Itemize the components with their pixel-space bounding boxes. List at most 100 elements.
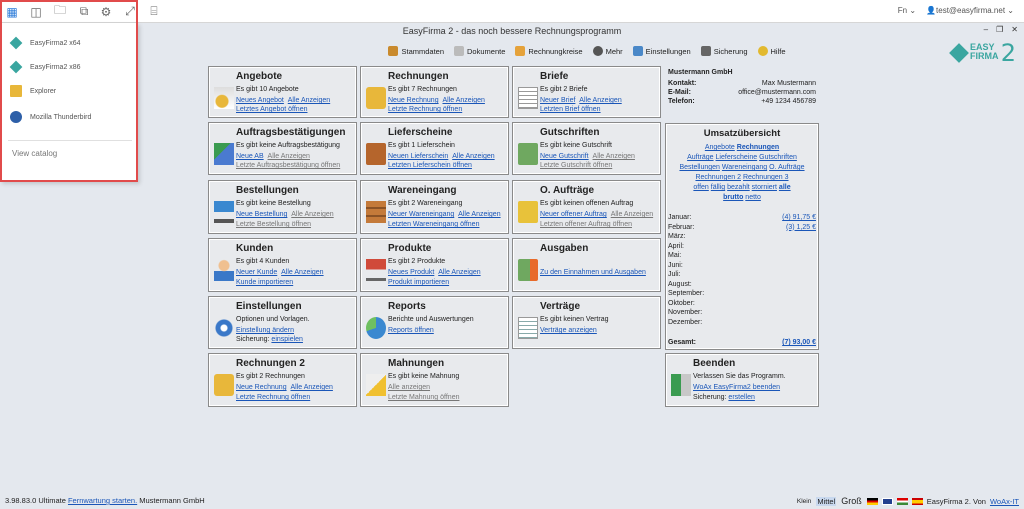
kunde-importieren-link[interactable]: Kunde importieren: [236, 279, 293, 286]
size-small-button[interactable]: Klein: [796, 498, 812, 505]
user-menu[interactable]: 👤test@easyfirma.net ⌄: [926, 6, 1014, 15]
gutschriften-alle-link[interactable]: Alle Anzeigen: [593, 153, 635, 160]
beenden-link[interactable]: WoAx EasyFirma2 beenden: [693, 384, 780, 391]
toolbar-sicherung[interactable]: Sicherung: [700, 46, 748, 56]
month-row: November:: [668, 309, 703, 316]
wareneingang-alle-link[interactable]: Alle Anzeigen: [458, 211, 500, 218]
restore-button[interactable]: ❐: [996, 25, 1003, 34]
month-row: März:: [668, 233, 686, 240]
umsatz-rechnungen-link[interactable]: Rechnungen: [737, 144, 779, 151]
rechnungen-alle-link[interactable]: Alle Anzeigen: [442, 97, 484, 104]
umsatz-bestellungen-link[interactable]: Bestellungen: [679, 164, 719, 171]
umsatz-netto-link[interactable]: netto: [745, 194, 761, 201]
sicherung-einspielen-link[interactable]: einspielen: [271, 336, 303, 343]
month-row: Oktober:: [668, 299, 695, 307]
umsatz-angebote-link[interactable]: Angebote: [705, 144, 735, 151]
toolbar-highlight: [0, 0, 138, 24]
launcher-thunderbird[interactable]: Mozilla Thunderbird: [10, 111, 91, 123]
letzte-mahnung-link[interactable]: Letzte Mahnung öffnen: [388, 394, 459, 401]
network-icon[interactable]: ⌸: [146, 4, 162, 19]
umsatz-bezahlt-link[interactable]: bezahlt: [727, 184, 750, 191]
neue-rechnung-link[interactable]: Neue Rechnung: [388, 97, 439, 104]
o-auftraege-alle-link[interactable]: Alle Anzeigen: [611, 211, 653, 218]
minimize-button[interactable]: –: [984, 25, 988, 34]
toolbar-mehr[interactable]: Mehr: [592, 46, 623, 56]
umsatz-offen-link[interactable]: offen: [693, 184, 708, 191]
flag-de-icon[interactable]: [866, 497, 878, 505]
letztes-angebot-link[interactable]: Letztes Angebot öffnen: [236, 106, 308, 113]
bestellungen-icon: [214, 201, 234, 223]
umsatz-o-auftraege-link[interactable]: O. Aufträge: [769, 164, 804, 171]
neuer-wareneingang-link[interactable]: Neuer Wareneingang: [388, 211, 454, 218]
neuer-brief-link[interactable]: Neuer Brief: [540, 97, 575, 104]
letzte-ab-link[interactable]: Letzte Auftragsbestätigung öffnen: [236, 162, 340, 169]
ab-alle-link[interactable]: Alle Anzeigen: [268, 153, 310, 160]
briefe-alle-link[interactable]: Alle Anzeigen: [579, 97, 621, 104]
flag-es-icon[interactable]: [911, 497, 923, 505]
neues-produkt-link[interactable]: Neues Produkt: [388, 269, 434, 276]
o-auftraege-icon: [518, 201, 538, 223]
flag-hu-icon[interactable]: [896, 497, 908, 505]
letzten-brief-link[interactable]: Letzten Brief öffnen: [540, 106, 601, 113]
kunden-alle-link[interactable]: Alle Anzeigen: [281, 269, 323, 276]
sicherung-erstellen-link[interactable]: erstellen: [728, 394, 754, 401]
bestellungen-alle-link[interactable]: Alle Anzeigen: [291, 211, 333, 218]
umsatz-lieferscheine-link[interactable]: Lieferscheine: [716, 154, 758, 161]
panel-mahnungen: Mahnungen Es gibt keine Mahnung Alle anz…: [360, 353, 509, 407]
size-mid-button[interactable]: Mittel: [816, 496, 837, 506]
toolbar-hilfe[interactable]: Hilfe: [757, 46, 786, 56]
reports-oeffnen-link[interactable]: Reports öffnen: [388, 327, 434, 334]
umsatz-total-value[interactable]: (7) 93,00 €: [782, 339, 816, 346]
letzten-offener-auftrag-link[interactable]: Letzten offener Auftrag öffnen: [540, 221, 632, 228]
rechnungen-2-neue-link[interactable]: Neue Rechnung: [236, 384, 287, 391]
letzte-rechnung-link[interactable]: Letzte Rechnung öffnen: [388, 106, 462, 113]
umsatz-rechnungen-3-link[interactable]: Rechnungen 3: [743, 174, 789, 181]
size-big-button[interactable]: Groß: [840, 496, 863, 506]
toolbar-rechnungkreise[interactable]: Rechnungkreise: [515, 46, 583, 56]
neuer-kunde-link[interactable]: Neuer Kunde: [236, 269, 277, 276]
toolbar-dokumente[interactable]: Dokumente: [454, 46, 505, 56]
toolbar-stammdaten[interactable]: Stammdaten: [388, 46, 444, 56]
produkt-importieren-link[interactable]: Produkt importieren: [388, 279, 449, 286]
produkte-alle-link[interactable]: Alle Anzeigen: [438, 269, 480, 276]
language-select[interactable]: Fn ⌄: [898, 6, 916, 15]
launcher-easyfirma-x86[interactable]: EasyFirma2 x86: [9, 60, 81, 74]
flag-uk-icon[interactable]: [881, 497, 893, 505]
view-catalog-link[interactable]: View catalog: [12, 149, 57, 158]
vertraege-anzeigen-link[interactable]: Verträge anzeigen: [540, 327, 597, 334]
letzten-wareneingang-link[interactable]: Letzten Wareneingang öffnen: [388, 221, 479, 228]
umsatz-rechnungen-2-link[interactable]: Rechnungen 2: [695, 174, 741, 181]
lieferscheine-alle-link[interactable]: Alle Anzeigen: [452, 153, 494, 160]
vendor-link[interactable]: WoAx-IT: [990, 497, 1019, 506]
toolbar-einstellungen[interactable]: Einstellungen: [632, 46, 691, 56]
launcher-easyfirma-x64[interactable]: EasyFirma2 x64: [9, 36, 81, 50]
close-button[interactable]: ✕: [1011, 25, 1018, 34]
einstellung-aendern-link[interactable]: Einstellung ändern: [236, 327, 294, 334]
umsatz-brutto-link[interactable]: brutto: [723, 194, 743, 201]
separator: [8, 140, 132, 141]
einnahmen-ausgaben-link[interactable]: Zu den Einnahmen und Ausgaben: [540, 269, 646, 276]
launcher-explorer[interactable]: Explorer: [10, 85, 56, 97]
angebote-alle-link[interactable]: Alle Anzeigen: [288, 97, 330, 104]
neues-angebot-link[interactable]: Neues Angebot: [236, 97, 284, 104]
umsatz-wareneingang-link[interactable]: Wareneingang: [722, 164, 767, 171]
neuer-offener-auftrag-link[interactable]: Neuer offener Auftrag: [540, 211, 607, 218]
umsatz-auftraege-link[interactable]: Aufträge: [687, 154, 713, 161]
letzten-lieferschein-link[interactable]: Letzten Lieferschein öffnen: [388, 162, 472, 169]
neue-gutschrift-link[interactable]: Neue Gutschrift: [540, 153, 589, 160]
letzte-bestellung-link[interactable]: Letzte Bestellung öffnen: [236, 221, 311, 228]
neuen-lieferschein-link[interactable]: Neuen Lieferschein: [388, 153, 448, 160]
rechnungen-2-letzte-link[interactable]: Letzte Rechnung öffnen: [236, 394, 310, 401]
umsatz-alle-link[interactable]: alle: [779, 184, 791, 191]
letzte-gutschrift-link[interactable]: Letzte Gutschrift öffnen: [540, 162, 612, 169]
umsatz-storniert-link[interactable]: storniert: [752, 184, 777, 191]
fernwartung-link[interactable]: Fernwartung starten.: [68, 496, 137, 505]
umsatz-gutschriften-link[interactable]: Gutschriften: [759, 154, 797, 161]
umsatz-faellig-link[interactable]: fällig: [711, 184, 725, 191]
neue-ab-link[interactable]: Neue AB: [236, 153, 264, 160]
rechnungen-2-alle-link[interactable]: Alle Anzeigen: [290, 384, 332, 391]
mahnungen-alle-link[interactable]: Alle anzeigen: [388, 384, 430, 391]
einstellungen-gear-icon: [214, 317, 234, 339]
panel-wareneingang: Wareneingang Es gibt 2 Wareneingang Neue…: [360, 180, 509, 234]
neue-bestellung-link[interactable]: Neue Bestellung: [236, 211, 287, 218]
